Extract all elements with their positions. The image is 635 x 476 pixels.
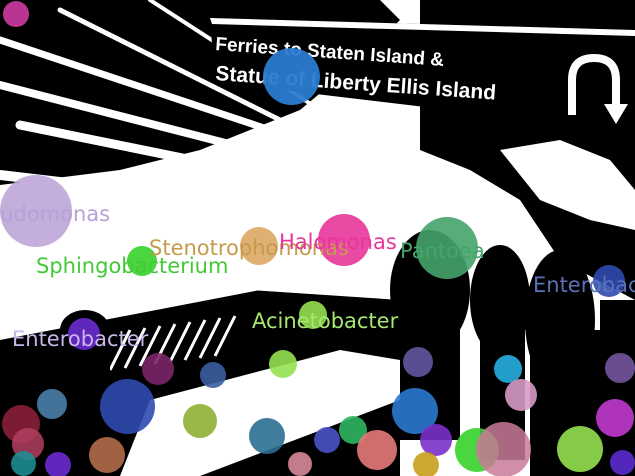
- label-halomonas: Halomonas: [279, 230, 397, 254]
- bubble-magenta-top-left: [3, 1, 29, 27]
- bubble-olive: [183, 404, 217, 438]
- bubble-blue-large: [263, 48, 320, 105]
- bubble-teal: [249, 418, 285, 454]
- bubble-steel: [200, 362, 226, 388]
- label-sphingobacterium: Sphingobacterium: [36, 254, 229, 278]
- bubble-pink-bottom: [288, 452, 312, 476]
- bubble-violet-bottom-right: [610, 450, 635, 475]
- bubble-purple-right: [605, 353, 635, 383]
- label-enterobacter-right: Enterobacter: [533, 273, 635, 297]
- bubble-violet-small: [45, 452, 71, 476]
- bubble-lime-small: [269, 350, 297, 378]
- bubble-lightgreen-bottom: [557, 426, 603, 472]
- bubble-purple-mid: [403, 347, 433, 377]
- bubble-magenta-right: [596, 399, 634, 437]
- bubble-salmon: [357, 430, 397, 470]
- bubble-teal-small: [11, 451, 36, 476]
- bubble-mauve-large: [476, 422, 531, 476]
- bubble-navy-large: [100, 379, 155, 434]
- bubble-plum: [142, 353, 174, 385]
- label-pseudomonas: Pseudomonas: [0, 202, 111, 226]
- bubble-sienna: [89, 437, 125, 473]
- label-pantoea: Pantoea: [400, 239, 485, 263]
- bubble-orchid: [505, 379, 537, 411]
- bubble-slate: [37, 389, 67, 419]
- bubble-gold: [413, 452, 439, 476]
- label-acinetobacter: Acinetobacter: [252, 309, 399, 333]
- bubble-indigo: [314, 427, 340, 453]
- infographic-canvas: Ferries to Staten Island & Statue of Lib…: [0, 0, 635, 476]
- label-enterobacter-left: Enterobacter: [12, 327, 149, 351]
